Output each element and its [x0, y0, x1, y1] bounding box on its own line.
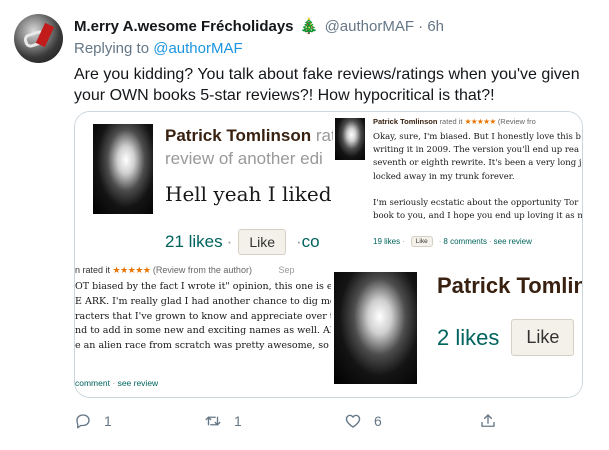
rated-prefix: n rated it: [75, 265, 111, 275]
share-button[interactable]: [479, 412, 497, 430]
see-review-link: see review: [117, 378, 159, 388]
review-date: Sep: [278, 265, 295, 275]
see-review-link: see review: [493, 237, 532, 246]
heart-icon: [345, 414, 361, 428]
likes-row: 2 likes Like: [437, 319, 575, 356]
reviewer-name: Patrick Tomlinson: [373, 117, 438, 126]
review-line-blank: [373, 184, 582, 197]
review-text: Okay, sure, I'm biased. But I honestly l…: [373, 131, 583, 223]
footer-separator: ·: [112, 378, 116, 388]
footer-separator: ·: [402, 237, 405, 246]
review-line: locked away in my trunk forever.: [373, 171, 515, 182]
tweet-actions: 1 1 6: [74, 412, 504, 434]
tweet: M.erry A.wesome Frécholidays 🎄 @authorMA…: [0, 0, 609, 450]
tweet-header: M.erry A.wesome Frécholidays 🎄 @authorMA…: [74, 17, 444, 35]
review-footer: comment · see review: [75, 378, 158, 388]
avatar-graphic-accent: [35, 22, 55, 48]
likes-count: 21 likes: [165, 232, 223, 251]
like-button: Like: [238, 229, 286, 255]
rating-line: n rated it ★★★★★ (Review from the author…: [75, 265, 294, 276]
likes-row: 21 likes · Like · co: [165, 229, 320, 255]
reply-count: 1: [104, 413, 112, 429]
five-star-rating: ★★★★★: [112, 265, 151, 275]
likes-count: 2 likes: [437, 324, 500, 350]
review-line: book to you, and I hope you end up lovin…: [373, 211, 583, 222]
reviewer-name: Patrick Tomlinson rat: [165, 126, 336, 146]
christmas-tree-icon: 🎄: [299, 18, 319, 35]
reply-button[interactable]: 1: [74, 412, 112, 430]
left-review-screenshot: Patrick Tomlinson rat review of another …: [75, 112, 352, 397]
like-button: Like: [410, 236, 433, 247]
reply-icon: [76, 414, 90, 429]
like-button: Like: [511, 319, 575, 356]
replying-to: Replying to @authorMAF: [74, 40, 243, 57]
author-photo: [93, 124, 153, 214]
attached-image[interactable]: Patrick Tomlinson rat review of another …: [74, 111, 583, 398]
share-icon: [481, 414, 495, 427]
review-line: I'm seriously ecstatic about the opportu…: [373, 197, 579, 208]
retweet-button[interactable]: 1: [204, 412, 242, 430]
timestamp[interactable]: 6h: [427, 18, 444, 35]
likes-separator: ·: [226, 232, 233, 251]
review-line: OT biased by the fact I wrote it" opinio…: [75, 281, 331, 292]
review-line: seventh or eighth rewrite. It's been a v…: [373, 158, 582, 169]
overlay-review-screenshot: Patrick Tomlin 2 likes Like: [331, 269, 583, 397]
footer-separator: ·: [438, 237, 442, 246]
review-note: (Review from the author): [152, 265, 252, 275]
avatar[interactable]: [14, 14, 63, 63]
review-text: OT biased by the fact I wrote it" opinio…: [75, 280, 331, 354]
comments-link: 8 comments: [443, 237, 487, 246]
replying-to-link[interactable]: @authorMAF: [153, 40, 242, 57]
reviewer-name-text: Patrick Tomlinson: [165, 126, 312, 145]
reviewer-line: Patrick Tomlinson rated it ★★★★★ (Review…: [373, 117, 536, 126]
like-button[interactable]: 6: [344, 412, 382, 430]
review-note: (Review fro: [497, 117, 536, 126]
rated-label: rated it: [439, 117, 463, 126]
review-line: racters that I've grown to know and appr…: [75, 310, 331, 322]
review-footer: 19 likes · Like · 8 comments · see revie…: [373, 236, 532, 247]
review-subtitle: review of another edi: [165, 149, 323, 168]
retweet-count: 1: [234, 413, 242, 429]
reviewer-name: Patrick Tomlin: [437, 273, 583, 298]
like-count: 6: [374, 413, 382, 429]
header-separator: ·: [418, 18, 424, 35]
user-handle[interactable]: @authorMAF: [325, 18, 414, 35]
review-line: nd to add in some new and exciting names…: [75, 325, 331, 337]
review-body: Hell yeah I liked it: [165, 182, 353, 206]
retweet-icon: [205, 416, 221, 426]
review-line: e an alien race from scratch was pretty …: [75, 340, 331, 352]
comment-link: co: [301, 232, 320, 251]
review-line: writing it in 2009. The version you'll e…: [373, 145, 580, 156]
tweet-text: Are you kidding? You talk about fake rev…: [74, 66, 580, 104]
review-line: E ARK. I'm really glad I had another cha…: [75, 295, 331, 307]
five-star-rating: ★★★★★: [464, 117, 497, 126]
replying-prefix: Replying to: [74, 40, 150, 57]
footer-separator: ·: [488, 237, 492, 246]
review-line: Okay, sure, I'm biased. But I honestly l…: [373, 132, 581, 142]
author-photo-small: [335, 118, 365, 160]
comment-link: comment: [75, 378, 110, 388]
author-photo-large: [334, 272, 417, 384]
display-name[interactable]: M.erry A.wesome Frécholidays: [74, 18, 294, 35]
likes-count: 19 likes: [373, 237, 401, 246]
